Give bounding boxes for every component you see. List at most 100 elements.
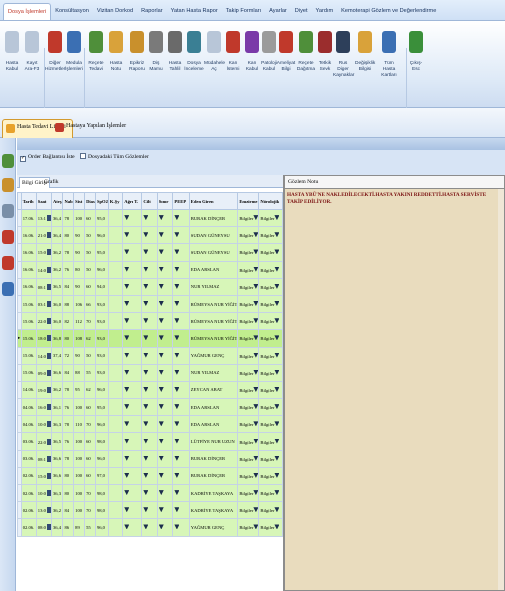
table-cell[interactable]: 03:1 [35, 294, 52, 314]
table-cell[interactable] [122, 243, 143, 262]
menu-item[interactable]: Raporlar [137, 3, 166, 20]
table-cell[interactable]: 37,4 [50, 346, 64, 365]
dropdown-arrow-icon[interactable] [124, 455, 130, 461]
dropdown-arrow-icon[interactable] [124, 335, 130, 341]
table-row[interactable]: 04.06. 10:0 36,3 78 110 70 96,0 EDA ARSLAN Bilgi… [17, 415, 283, 434]
dropdown-arrow-icon[interactable] [174, 455, 180, 461]
ribbon-button[interactable]: Tüm Hasta Kartları [379, 31, 399, 101]
dropdown-arrow-icon[interactable] [174, 524, 180, 530]
table-cell[interactable] [172, 398, 190, 417]
dropdown-arrow-icon[interactable] [46, 369, 51, 376]
dropdown-arrow-icon[interactable] [143, 369, 149, 375]
table-cell[interactable]: 08:1 [35, 449, 52, 468]
table-cell[interactable]: Bilgiler [258, 466, 283, 486]
table-row[interactable]: 02.06. 08:0 36,4 86 89 55 96,0 YAĞMUR GENÇ Bilgi… [17, 518, 283, 537]
dropdown-arrow-icon[interactable] [46, 318, 51, 325]
dropdown-arrow-icon[interactable] [143, 490, 149, 496]
table-cell[interactable]: 02.06. [20, 483, 37, 503]
dropdown-arrow-icon[interactable] [158, 507, 164, 513]
table-cell[interactable] [156, 243, 174, 262]
table-cell[interactable] [156, 501, 174, 520]
dropdown-arrow-icon[interactable] [274, 507, 280, 513]
table-cell[interactable]: Bilgiler [237, 380, 260, 400]
dropdown-arrow-icon[interactable] [46, 232, 51, 239]
table-cell[interactable] [156, 260, 174, 279]
table-cell[interactable] [172, 294, 190, 314]
table-cell[interactable] [156, 415, 174, 434]
table-cell[interactable]: 90 [73, 346, 86, 365]
table-cell[interactable] [172, 363, 190, 382]
dropdown-arrow-icon[interactable] [46, 335, 51, 342]
dropdown-arrow-icon[interactable] [124, 386, 130, 392]
table-cell[interactable]: 36,4 [50, 518, 64, 537]
table-cell[interactable]: Bilgiler [237, 432, 260, 451]
table-cell[interactable]: 50 [84, 226, 96, 245]
dropdown-arrow-icon[interactable] [253, 215, 258, 221]
table-cell[interactable] [122, 518, 143, 537]
table-cell[interactable] [107, 294, 124, 314]
table-cell[interactable]: Bilgiler [258, 415, 283, 434]
dropdown-arrow-icon[interactable] [253, 455, 258, 461]
table-cell[interactable]: 95,0 [94, 208, 109, 228]
table-cell[interactable] [141, 415, 158, 434]
table-cell[interactable]: 36,6 [50, 363, 64, 382]
table-cell[interactable]: 04.06. [20, 415, 37, 434]
dropdown-arrow-icon[interactable] [274, 283, 280, 289]
table-cell[interactable] [156, 398, 174, 417]
table-cell[interactable]: LÜTFİYE NUR UZUN [188, 432, 239, 451]
table-cell[interactable] [107, 329, 124, 348]
menu-item[interactable]: Ayarlar [265, 3, 291, 20]
table-cell[interactable]: 86 [62, 518, 75, 537]
menu-item[interactable]: Kemoterapi Gözlem ve Değerlendirme [337, 3, 440, 20]
table-cell[interactable]: 36,2 [50, 380, 64, 400]
ribbon-button[interactable]: Çıkış-Esc [406, 31, 426, 101]
table-cell[interactable] [122, 449, 143, 468]
table-cell[interactable]: Bilgiler [237, 415, 260, 434]
table-cell[interactable]: 76 [62, 432, 75, 451]
dropdown-arrow-icon[interactable] [158, 438, 164, 444]
table-cell[interactable]: 15:0 [35, 466, 52, 486]
table-cell[interactable]: 09:0 [35, 363, 52, 382]
table-cell[interactable]: 97,0 [94, 466, 109, 486]
column-header[interactable]: Saat [35, 192, 52, 210]
dropdown-arrow-icon[interactable] [158, 283, 164, 289]
table-cell[interactable]: Bilgiler [258, 432, 283, 451]
tab-patient-procedures[interactable]: Hastaya Yapılan İşlemler [52, 119, 132, 138]
print-icon[interactable] [2, 282, 14, 296]
table-cell[interactable]: 80 [73, 260, 86, 279]
table-cell[interactable]: 36,0 [50, 312, 64, 331]
table-row[interactable]: 16.06. 15:0 36,2 78 90 50 95,0 SUDAN GÜNEYSU Bil… [17, 243, 283, 262]
table-cell[interactable] [107, 226, 124, 245]
column-header[interactable]: SpO2 [94, 192, 109, 210]
table-cell[interactable] [172, 312, 190, 331]
column-header[interactable]: Emzirme [237, 192, 260, 210]
table-cell[interactable]: 78 [62, 380, 75, 400]
order-link-checkbox[interactable]: ✓ [20, 156, 26, 162]
table-cell[interactable]: 10:0 [35, 483, 52, 503]
table-cell[interactable] [107, 483, 124, 503]
table-cell[interactable]: 82 [62, 312, 75, 331]
table-cell[interactable] [156, 346, 174, 365]
dropdown-arrow-icon[interactable] [124, 421, 130, 427]
dropdown-arrow-icon[interactable] [158, 421, 164, 427]
dropdown-arrow-icon[interactable] [124, 215, 130, 221]
table-cell[interactable]: 50 [84, 346, 96, 365]
table-cell[interactable] [122, 277, 143, 296]
ribbon-button[interactable]: Diğer Hizmetler [45, 31, 65, 101]
table-cell[interactable]: 50 [84, 243, 96, 262]
table-cell[interactable] [107, 380, 124, 400]
table-cell[interactable] [122, 398, 143, 417]
dropdown-arrow-icon[interactable] [143, 438, 149, 444]
table-cell[interactable]: Bilgiler [258, 277, 283, 296]
table-cell[interactable] [122, 226, 143, 245]
table-cell[interactable]: 03.06. [20, 432, 37, 451]
dropdown-arrow-icon[interactable] [174, 421, 180, 427]
table-cell[interactable] [141, 312, 158, 331]
dropdown-arrow-icon[interactable] [143, 455, 149, 461]
dropdown-arrow-icon[interactable] [158, 490, 164, 496]
table-cell[interactable] [141, 208, 158, 228]
dropdown-arrow-icon[interactable] [274, 386, 280, 392]
table-cell[interactable]: 100 [73, 208, 86, 228]
dropdown-arrow-icon[interactable] [158, 266, 164, 272]
table-cell[interactable]: Bilgiler [258, 208, 283, 228]
